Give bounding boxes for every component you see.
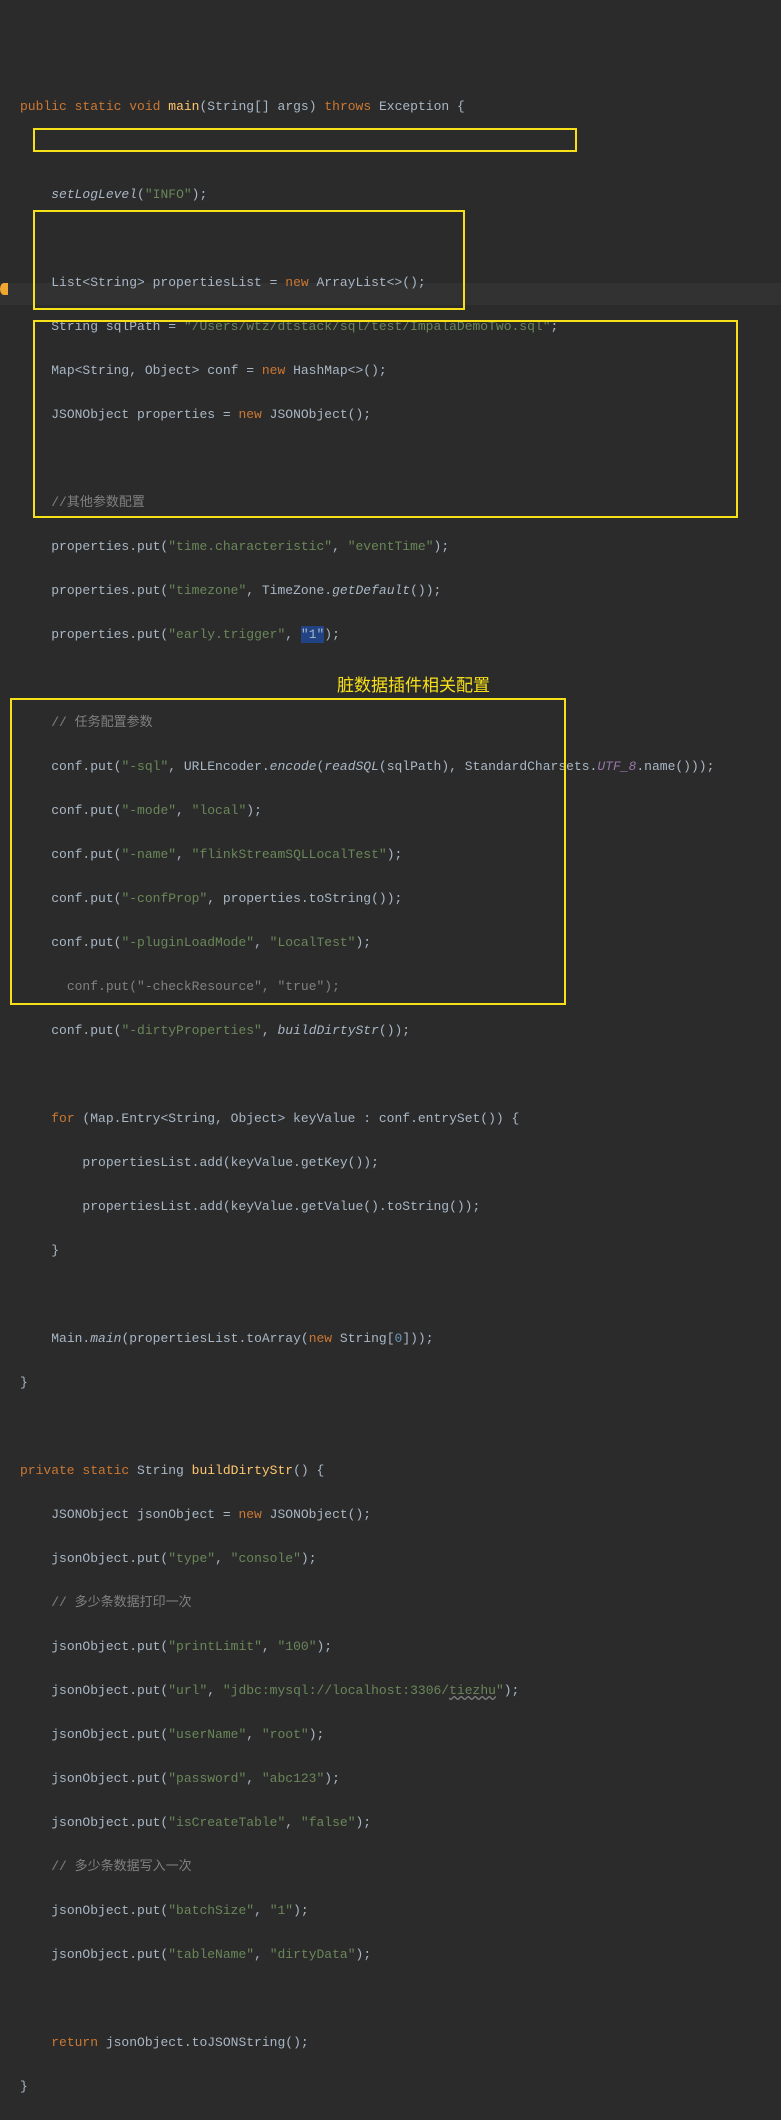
code-line: properties.put("timezone", TimeZone.getD… <box>6 580 781 602</box>
code-line: properties.put("early.trigger", "1"); <box>6 624 781 646</box>
gutter-warning-icon[interactable] <box>0 283 8 295</box>
code-line: private static String buildDirtyStr() { <box>6 1460 781 1482</box>
code-line: jsonObject.put("isCreateTable", "false")… <box>6 1812 781 1834</box>
code-line: conf.put("-pluginLoadMode", "LocalTest")… <box>6 932 781 954</box>
code-line <box>6 1064 781 1086</box>
code-line: propertiesList.add(keyValue.getKey()); <box>6 1152 781 1174</box>
code-line: JSONObject jsonObject = new JSONObject()… <box>6 1504 781 1526</box>
code-line: public static void main(String[] args) t… <box>6 96 781 118</box>
code-line: return jsonObject.toJSONString(); <box>6 2032 781 2054</box>
code-line: //其他参数配置 <box>6 492 781 514</box>
code-line: } <box>6 1240 781 1262</box>
code-line: conf.put("-checkResource", "true"); <box>6 976 781 998</box>
code-line: } <box>6 2076 781 2098</box>
code-line <box>6 140 781 162</box>
code-line: List<String> propertiesList = new ArrayL… <box>6 272 781 294</box>
code-line: jsonObject.put("batchSize", "1"); <box>6 1900 781 1922</box>
code-line: // 任务配置参数 <box>6 712 781 734</box>
code-line <box>6 1988 781 2010</box>
code-line: Main.main(propertiesList.toArray(new Str… <box>6 1328 781 1350</box>
code-editor[interactable]: public static void main(String[] args) t… <box>0 0 781 2120</box>
code-line: properties.put("time.characteristic", "e… <box>6 536 781 558</box>
code-line: jsonObject.put("printLimit", "100"); <box>6 1636 781 1658</box>
code-line: jsonObject.put("type", "console"); <box>6 1548 781 1570</box>
selected-text: "1" <box>301 626 324 643</box>
code-line: jsonObject.put("url", "jdbc:mysql://loca… <box>6 1680 781 1702</box>
code-line: // 多少条数据打印一次 <box>6 1592 781 1614</box>
code-line: propertiesList.add(keyValue.getValue().t… <box>6 1196 781 1218</box>
code-line: conf.put("-confProp", properties.toStrin… <box>6 888 781 910</box>
code-line: for (Map.Entry<String, Object> keyValue … <box>6 1108 781 1130</box>
code-line <box>6 1416 781 1438</box>
code-line: jsonObject.put("tableName", "dirtyData")… <box>6 1944 781 1966</box>
code-line: conf.put("-sql", URLEncoder.encode(readS… <box>6 756 781 778</box>
code-line: } <box>6 1372 781 1394</box>
code-line <box>6 1284 781 1306</box>
code-line: conf.put("-dirtyProperties", buildDirtyS… <box>6 1020 781 1042</box>
code-line: setLogLevel("INFO"); <box>6 184 781 206</box>
code-line <box>6 448 781 470</box>
code-line: JSONObject properties = new JSONObject()… <box>6 404 781 426</box>
code-line: jsonObject.put("userName", "root"); <box>6 1724 781 1746</box>
code-line: jsonObject.put("password", "abc123"); <box>6 1768 781 1790</box>
highlight-box-properties <box>33 210 465 310</box>
code-line: conf.put("-name", "flinkStreamSQLLocalTe… <box>6 844 781 866</box>
annotation-label: 脏数据插件相关配置 <box>337 675 490 697</box>
code-line: conf.put("-mode", "local"); <box>6 800 781 822</box>
code-line: // 多少条数据写入一次 <box>6 1856 781 1878</box>
code-line <box>6 228 781 250</box>
code-line: Map<String, Object> conf = new HashMap<>… <box>6 360 781 382</box>
code-line: String sqlPath = "/Users/wtz/dtstack/sql… <box>6 316 781 338</box>
